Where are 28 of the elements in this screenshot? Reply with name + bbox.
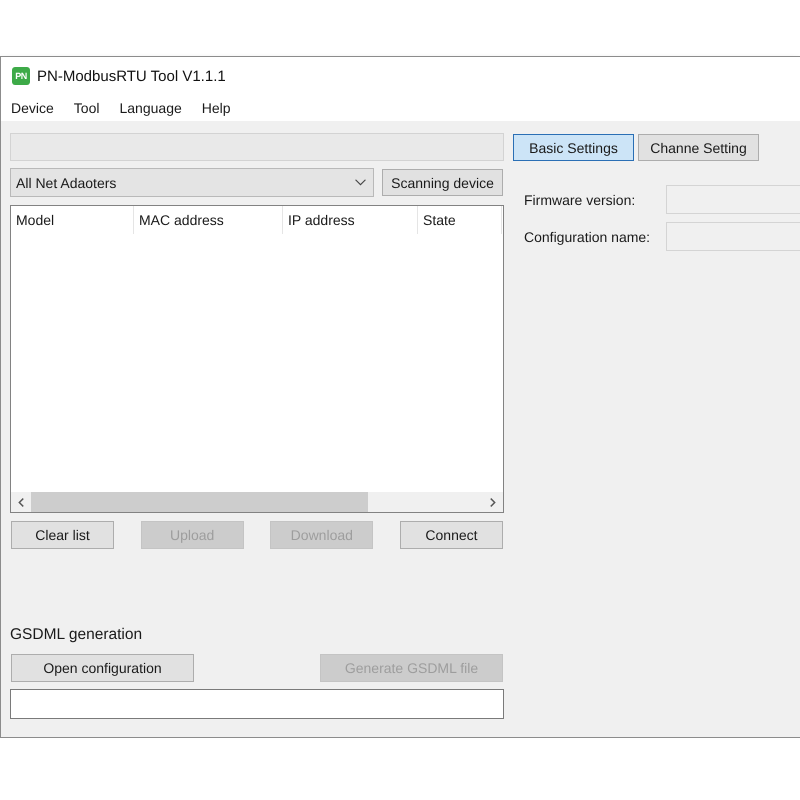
settings-tab[interactable]: Channe Setting	[638, 134, 759, 161]
chevron-down-icon	[355, 179, 366, 186]
app-logo-icon: PN	[12, 67, 30, 85]
column-header[interactable]: State	[418, 206, 502, 234]
settings-tab[interactable]: Basic Settings	[513, 134, 634, 161]
input-field[interactable]	[666, 185, 800, 214]
column-header[interactable]: Model	[11, 206, 134, 234]
gsdml-button[interactable]: Open configuration	[11, 654, 194, 682]
scroll-right-icon[interactable]	[490, 498, 496, 506]
field-label: Firmware version:	[524, 192, 636, 208]
window-title: PN-ModbusRTU Tool V1.1.1	[37, 68, 226, 84]
menu-item[interactable]: Device	[1, 98, 64, 118]
scroll-left-icon[interactable]	[18, 498, 24, 506]
menu-item[interactable]: Help	[192, 98, 241, 118]
action-button[interactable]: Connect	[400, 521, 503, 549]
menu-item[interactable]: Language	[109, 98, 192, 118]
adapter-dropdown[interactable]: All Net Adaoters	[10, 168, 374, 197]
section-heading: GSDML generation	[10, 626, 144, 645]
output-field[interactable]	[10, 689, 504, 719]
action-button[interactable]: Clear list	[11, 521, 114, 549]
column-header[interactable]: IP address	[283, 206, 418, 234]
horizontal-scrollbar[interactable]	[11, 492, 503, 512]
input-field[interactable]	[666, 222, 800, 251]
column-header[interactable]: MAC address	[134, 206, 283, 234]
field-label: Configuration name:	[524, 228, 652, 244]
scrollbar-thumb[interactable]	[31, 492, 368, 512]
scan-device-button[interactable]: Scanning device	[382, 169, 503, 196]
menu-item[interactable]: Tool	[64, 98, 110, 118]
